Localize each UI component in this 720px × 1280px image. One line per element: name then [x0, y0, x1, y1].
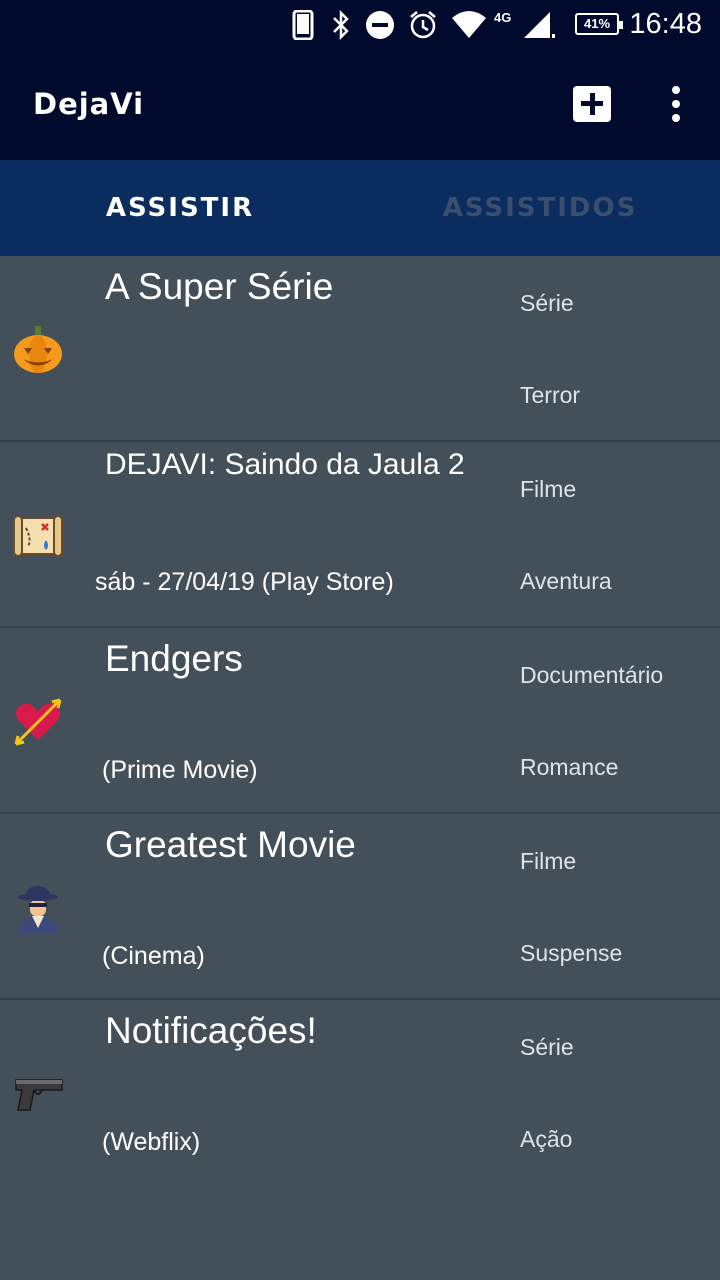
item-subtitle: (Prime Movie) — [102, 756, 258, 784]
status-bar: 4G 41% 16:48 — [0, 0, 720, 50]
heart-arrow-icon — [14, 698, 62, 746]
clock: 16:48 — [629, 8, 702, 40]
item-genre: Terror — [520, 382, 581, 408]
watch-list: A Super Série Série Terror DEJAVI: Saind… — [0, 256, 720, 1186]
item-genre: Suspense — [520, 940, 623, 966]
dnd-icon — [366, 11, 394, 39]
alarm-icon — [410, 11, 436, 39]
item-title: A Super Série — [105, 266, 334, 307]
item-type: Documentário — [520, 662, 664, 688]
pumpkin-icon — [14, 326, 62, 373]
battery-icon: 41% — [575, 13, 623, 35]
network-type: 4G — [494, 10, 512, 25]
item-type: Série — [520, 1034, 574, 1060]
list-item[interactable]: DEJAVI: Saindo da Jaula 2 sáb - 27/04/19… — [0, 442, 720, 628]
more-vert-icon[interactable] — [660, 84, 692, 124]
treasure-map-icon — [13, 515, 63, 557]
item-subtitle: sáb - 27/04/19 (Play Store) — [95, 568, 394, 596]
tab-assistidos[interactable]: ASSISTIDOS — [360, 160, 720, 256]
item-type: Filme — [520, 848, 577, 874]
item-genre: Aventura — [520, 568, 612, 594]
app-bar: DejaVi — [0, 50, 720, 160]
item-title: Greatest Movie — [105, 824, 356, 865]
signal-icon — [524, 12, 555, 38]
item-genre: Romance — [520, 754, 619, 780]
item-title: Endgers — [105, 638, 243, 679]
item-title: Notificações! — [105, 1010, 317, 1051]
phone-icon — [292, 10, 314, 40]
item-type: Série — [520, 290, 574, 316]
list-item[interactable]: Endgers (Prime Movie) Documentário Roman… — [0, 628, 720, 814]
list-item[interactable]: Notificações! (Webflix) Série Ação — [0, 1000, 720, 1186]
tab-bar: ASSISTIR ASSISTIDOS — [0, 160, 720, 256]
item-type: Filme — [520, 476, 577, 502]
detective-icon — [18, 886, 58, 934]
tab-assistir[interactable]: ASSISTIR — [0, 160, 360, 256]
app-title: DejaVi — [33, 87, 145, 121]
item-subtitle: (Webflix) — [102, 1128, 201, 1156]
pistol-icon — [15, 1079, 63, 1111]
item-subtitle: (Cinema) — [102, 942, 205, 970]
list-item[interactable]: Greatest Movie (Cinema) Filme Suspense — [0, 814, 720, 1000]
wifi-icon — [452, 11, 486, 38]
add-icon[interactable] — [573, 86, 611, 122]
item-title: DEJAVI: Saindo da Jaula 2 — [105, 448, 465, 481]
item-genre: Ação — [520, 1126, 573, 1152]
list-item[interactable]: A Super Série Série Terror — [0, 256, 720, 442]
bluetooth-icon — [333, 10, 349, 40]
